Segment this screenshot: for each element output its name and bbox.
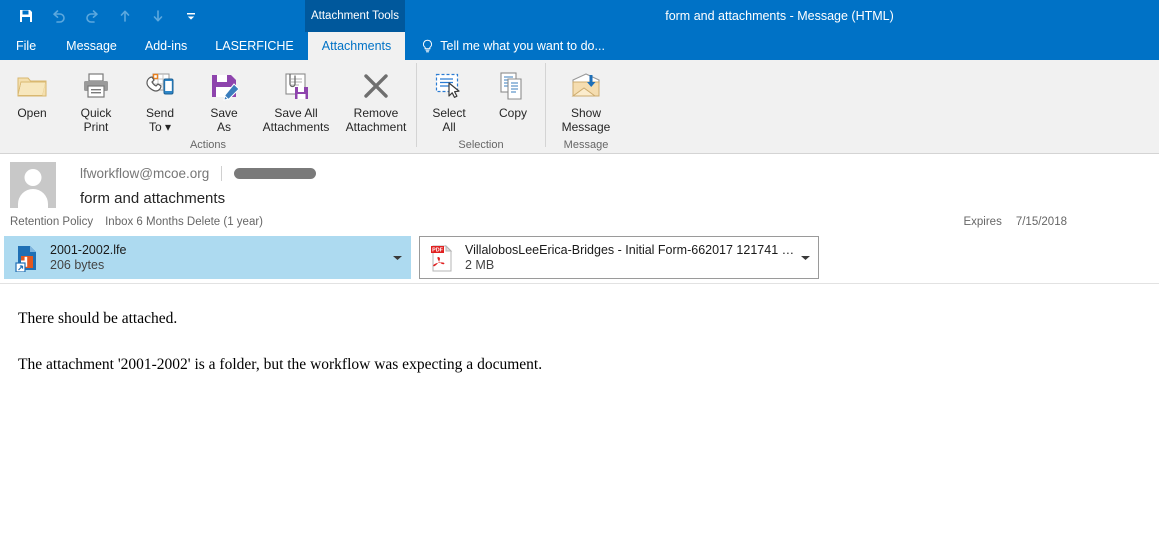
tab-laserfiche[interactable]: LASERFICHE [201, 32, 308, 60]
attachment-bar: 2001-2002.lfe 206 bytes PDF VillalobosLe… [0, 232, 1159, 284]
send-to-icon [143, 69, 177, 103]
undo-icon[interactable] [47, 4, 71, 28]
select-all-button-label: Select All [417, 106, 481, 134]
copy-icon [496, 69, 530, 103]
attachment-size: 206 bytes [50, 258, 388, 273]
quick-print-button[interactable]: Quick Print [64, 65, 128, 137]
send-to-button[interactable]: Send To ▾ [128, 65, 192, 137]
attachment-name: 2001-2002.lfe [50, 243, 388, 258]
attachment-chip-pdf[interactable]: PDF VillalobosLeeErica-Bridges - Initial… [419, 236, 819, 279]
ribbon-group-selection-label: Selection [417, 139, 545, 151]
attachment-size: 2 MB [465, 258, 796, 273]
copy-button[interactable]: Copy [481, 65, 545, 137]
attachment-dropdown-icon[interactable] [388, 254, 406, 262]
redo-icon[interactable] [80, 4, 104, 28]
ribbon-group-selection: Select All Copy Selection [417, 60, 545, 154]
customize-qat-icon[interactable] [179, 4, 203, 28]
quick-access-toolbar [0, 4, 203, 28]
pdf-file-icon: PDF [427, 244, 457, 272]
send-to-button-label: Send To ▾ [128, 106, 192, 134]
attachment-dropdown-icon[interactable] [796, 254, 814, 262]
save-as-button-label: Save As [192, 106, 256, 134]
expires-info: Expires 7/15/2018 [963, 216, 1067, 228]
header-divider [221, 166, 222, 181]
chevron-down-icon: ▾ [165, 120, 171, 134]
ribbon-group-message: Show Message Message [546, 60, 626, 154]
open-folder-icon [15, 69, 49, 103]
open-button[interactable]: Open [0, 65, 64, 137]
show-message-button[interactable]: Show Message [546, 65, 626, 137]
avatar-body [18, 189, 48, 208]
tab-message[interactable]: Message [52, 32, 131, 60]
ribbon-group-message-label: Message [546, 139, 626, 151]
save-icon[interactable] [14, 4, 38, 28]
retention-policy-value: Inbox 6 Months Delete (1 year) [105, 216, 263, 228]
body-paragraph: The attachment '2001-2002' is a folder, … [18, 356, 1159, 374]
avatar[interactable] [10, 162, 56, 208]
recipient-redaction-bar [234, 168, 316, 179]
select-all-button[interactable]: Select All [417, 65, 481, 137]
ribbon-group-actions: Open Quick Print Send To ▾ Save As [0, 60, 416, 154]
tab-add-ins[interactable]: Add-ins [131, 32, 201, 60]
save-as-icon [207, 69, 241, 103]
lfe-file-icon [12, 244, 42, 272]
select-all-icon [432, 69, 466, 103]
tab-file[interactable]: File [0, 32, 52, 60]
svg-text:PDF: PDF [432, 247, 443, 253]
attachment-chip-lfe[interactable]: 2001-2002.lfe 206 bytes [4, 236, 411, 279]
remove-attachment-button[interactable]: Remove Attachment [336, 65, 416, 137]
attachment-name: VillalobosLeeErica-Bridges - Initial For… [465, 243, 796, 258]
ribbon: Open Quick Print Send To ▾ Save As [0, 60, 1159, 154]
save-all-attachments-icon [279, 69, 313, 103]
show-message-icon [569, 69, 603, 103]
expires-value: 7/15/2018 [1016, 216, 1067, 228]
lightbulb-icon [421, 39, 434, 54]
sender-address[interactable]: lfworkflow@mcoe.org [80, 166, 209, 181]
next-item-icon[interactable] [146, 4, 170, 28]
remove-attachment-button-label: Remove Attachment [336, 106, 416, 134]
message-body[interactable]: There should be attached. The attachment… [0, 284, 1159, 374]
avatar-head [25, 169, 42, 186]
message-subject: form and attachments [80, 190, 316, 207]
ribbon-tab-strip: File Message Add-ins LASERFICHE Attachme… [0, 32, 1159, 60]
quick-print-button-label: Quick Print [64, 106, 128, 134]
title-bar: Attachment Tools form and attachments - … [0, 0, 1159, 32]
save-as-button[interactable]: Save As [192, 65, 256, 137]
printer-icon [79, 69, 113, 103]
save-all-attachments-button[interactable]: Save All Attachments [256, 65, 336, 137]
save-all-attachments-button-label: Save All Attachments [256, 106, 336, 134]
tell-me-placeholder: Tell me what you want to do... [440, 39, 605, 53]
retention-policy: Retention Policy Inbox 6 Months Delete (… [10, 216, 263, 228]
previous-item-icon[interactable] [113, 4, 137, 28]
message-header: lfworkflow@mcoe.org form and attachments… [0, 154, 1159, 232]
open-button-label: Open [0, 106, 64, 120]
ribbon-group-actions-label: Actions [0, 139, 416, 151]
remove-attachment-icon [359, 69, 393, 103]
copy-button-label: Copy [481, 106, 545, 120]
tell-me-search[interactable]: Tell me what you want to do... [405, 32, 605, 60]
attachment-separator [0, 283, 1159, 284]
body-paragraph: There should be attached. [18, 310, 1159, 328]
attachment-tools-contextual-header: Attachment Tools [305, 0, 405, 32]
show-message-button-label: Show Message [546, 106, 626, 134]
expires-label: Expires [963, 216, 1001, 228]
tab-attachments[interactable]: Attachments [308, 32, 405, 60]
retention-policy-label: Retention Policy [10, 216, 93, 228]
